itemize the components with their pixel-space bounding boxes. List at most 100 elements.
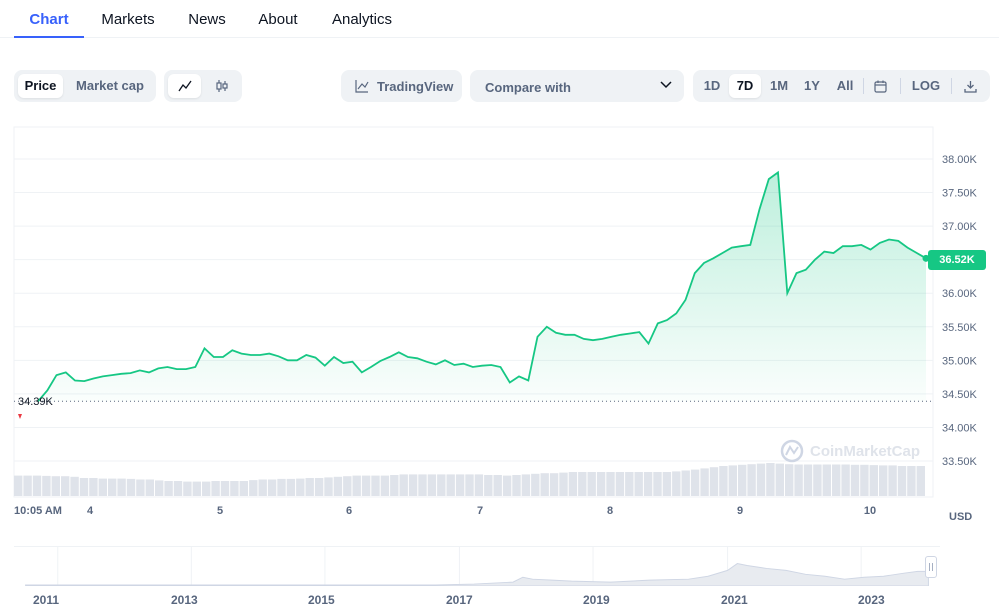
volume-bar (51, 476, 60, 496)
year-label: 2015 (308, 593, 335, 607)
volume-bar (305, 478, 314, 496)
y-tick-label: 38.00K (942, 154, 978, 166)
volume-bar (719, 466, 728, 496)
volume-bar (380, 475, 390, 496)
price-button[interactable]: Price (18, 74, 63, 98)
range-1y-button[interactable]: 1Y (797, 74, 827, 98)
x-tick-label: 10 (864, 505, 876, 517)
volume-bar (540, 473, 549, 496)
volume-bar (455, 474, 465, 496)
tab-markets[interactable]: Markets (92, 0, 164, 38)
volume-bar (220, 481, 230, 496)
volume-bar (869, 465, 878, 496)
volume-bar (484, 475, 493, 496)
range-all-button[interactable]: All (830, 74, 860, 98)
volume-bar (89, 478, 98, 496)
tradingview-button[interactable]: TradingView (341, 70, 462, 102)
volume-bar (756, 463, 766, 496)
volume-bar (155, 480, 164, 496)
log-scale-button[interactable]: LOG (907, 74, 945, 98)
volume-bar (775, 463, 784, 496)
volume-bar (709, 467, 719, 496)
x-tick-label: 4 (87, 505, 94, 517)
volume-bar (145, 479, 154, 496)
y-axis: 38.00K37.50K37.00K36.50K36.00K35.50K35.0… (942, 154, 978, 468)
volume-bar (70, 476, 79, 496)
market-cap-button[interactable]: Market cap (69, 74, 151, 98)
navigator-handle[interactable] (925, 556, 937, 578)
calendar-icon[interactable] (866, 74, 894, 98)
volume-bar (916, 466, 925, 496)
volume-bar (559, 472, 568, 496)
volume-bar (258, 479, 267, 496)
volume-bar (794, 464, 803, 496)
volume-bar (192, 481, 201, 496)
compare-with-label: Compare with (485, 80, 571, 95)
volume-bar (408, 474, 418, 496)
volume-bar (42, 475, 51, 496)
y-tick-label: 35.00K (942, 355, 978, 367)
volume-bar (681, 470, 690, 496)
x-tick-label: 8 (607, 505, 613, 517)
volume-bars (14, 463, 925, 496)
watermark: CoinMarketCap (780, 439, 920, 463)
year-label: 2013 (171, 593, 198, 607)
volume-bar (502, 475, 512, 496)
volume-bar (549, 473, 559, 496)
volume-bar (907, 466, 916, 496)
volume-bar (615, 472, 625, 496)
volume-bar (437, 474, 446, 496)
download-icon[interactable] (956, 74, 984, 98)
toolbar-divider (863, 78, 864, 94)
volume-bar (267, 479, 277, 496)
chevron-down-icon (660, 81, 672, 89)
volume-bar (427, 474, 437, 496)
volume-bar (352, 475, 361, 496)
volume-bar (606, 472, 615, 496)
volume-bar (832, 464, 841, 496)
candlestick-icon[interactable] (205, 74, 238, 98)
tab-news[interactable]: News (180, 0, 234, 38)
volume-bar (399, 474, 408, 496)
volume-bar (183, 481, 192, 496)
volume-bar (277, 478, 286, 496)
volume-bar (371, 475, 380, 496)
x-axis: 10:05 AM 4 5 6 7 8 9 10 (14, 505, 876, 517)
y-tick-label: 33.50K (942, 456, 978, 468)
volume-bar (390, 475, 399, 496)
tab-about[interactable]: About (251, 0, 305, 38)
volume-bar (803, 464, 813, 496)
volume-bar (474, 474, 484, 496)
volume-bar (108, 478, 117, 496)
volume-bar (493, 475, 502, 496)
x-tick-label: 6 (346, 505, 352, 517)
volume-bar (785, 464, 794, 496)
volume-bar (164, 481, 173, 496)
range-7d-button[interactable]: 7D (729, 74, 761, 98)
range-1d-button[interactable]: 1D (697, 74, 727, 98)
tab-chart[interactable]: Chart (14, 0, 84, 38)
volume-bar (79, 478, 89, 496)
y-tick-label: 34.50K (942, 389, 978, 401)
volume-bar (738, 464, 747, 496)
volume-bar (173, 481, 183, 496)
volume-bar (361, 475, 371, 496)
volume-bar (211, 481, 220, 496)
chart-type-toggle (164, 70, 242, 102)
volume-bar (117, 478, 126, 496)
tab-analytics[interactable]: Analytics (322, 0, 402, 38)
range-navigator[interactable] (14, 546, 940, 586)
volume-bar (888, 465, 897, 496)
volume-bar (418, 474, 427, 496)
compare-with-select[interactable]: Compare with (470, 70, 684, 102)
current-price-tag: 36.52K (928, 250, 986, 270)
price-chart[interactable]: CoinMarketCap 38.00K37.50K37.00K36.50K36… (0, 120, 999, 530)
volume-bar (643, 472, 653, 496)
volume-bar (333, 476, 343, 496)
range-1m-button[interactable]: 1M (764, 74, 794, 98)
line-chart-icon[interactable] (168, 74, 201, 98)
volume-bar (98, 478, 107, 496)
volume-bar (521, 474, 531, 496)
volume-bar (286, 478, 296, 496)
y-tick-label: 36.00K (942, 288, 978, 300)
